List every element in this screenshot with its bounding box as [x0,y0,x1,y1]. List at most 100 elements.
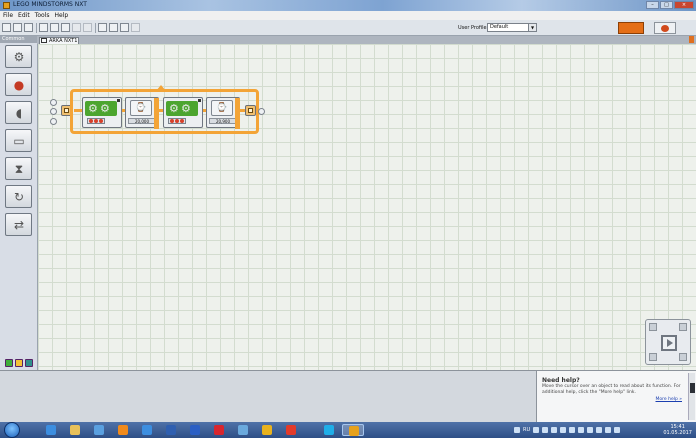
palette-custom-tab-icon[interactable] [25,359,33,367]
user-profile-label: User Profile: [458,25,489,31]
pan-tool-icon[interactable] [109,23,118,32]
taskbar-paint-icon[interactable] [232,424,254,436]
help-scrollbar[interactable] [688,373,695,420]
close-icon[interactable]: × [674,1,694,9]
end-port[interactable] [245,105,256,116]
wait-block-1[interactable]: ⌚ 20,000 [125,97,159,129]
chevron-down-icon[interactable]: ▼ [528,24,536,31]
run-selected-icon[interactable] [649,353,657,361]
wait-value: 20,900 [209,118,237,124]
play-icon [667,339,673,347]
comment-tool-icon[interactable] [120,23,129,32]
block-palette: ⚙ ● ◖ ▭ ⧗ ↻ ⇄ [5,45,34,236]
window-controls: – □ × [646,1,694,9]
gear-icon: ⚙ [100,102,110,115]
palette-switch-block[interactable]: ⇄ [5,213,32,236]
taskbar-ie2-icon[interactable] [136,424,158,436]
clock-date: 01.05.2017 [663,430,692,436]
taskbar-word-icon[interactable] [184,424,206,436]
block-status-strip [87,118,105,124]
taskbar-media-icon[interactable] [88,424,110,436]
gear-icon: ⚙ [169,102,179,115]
menu-bar: File Edit Tools Help [0,11,696,20]
taskbar-mindstorms-icon[interactable] [342,424,364,436]
tray-action-center-icon[interactable] [514,427,520,433]
taskbar-skype-icon[interactable] [318,424,340,436]
redo-icon[interactable] [83,23,92,32]
sound-editor-button[interactable] [654,22,676,34]
tray-icon[interactable] [569,427,576,433]
cut-icon[interactable] [39,23,48,32]
palette-wait-block[interactable]: ⧗ [5,157,32,180]
help-panel: Need help? Move the cursor over an objec… [536,370,696,422]
tray-icon[interactable] [533,427,540,433]
taskbar-opera-icon[interactable] [208,424,230,436]
maximize-icon[interactable]: □ [660,1,673,9]
palette-sound-block[interactable]: ◖ [5,101,32,124]
move-block-2[interactable]: ⚙ ⚙ [163,97,203,128]
copy-icon[interactable] [50,23,59,32]
tray-icon[interactable] [560,427,567,433]
palette-display-block[interactable]: ▭ [5,129,32,152]
stop-icon[interactable] [679,353,687,361]
user-profile-value: Default [490,24,509,30]
loop-icon: ↻ [13,190,25,204]
taskbar-explorer-icon[interactable] [64,424,86,436]
palette-move-block[interactable]: ⚙ [5,45,32,68]
tray-icon[interactable] [596,427,603,433]
taskbar-yandex-icon[interactable] [256,424,278,436]
custom-palette-icon[interactable] [131,23,140,32]
toolbar-separator [95,23,96,33]
wait-value: 20,000 [128,118,156,124]
end-hub [258,108,265,115]
new-file-icon[interactable] [2,23,11,32]
download-icon[interactable] [649,323,657,331]
help-body: Move the cursor over an object to read a… [542,384,681,395]
nxt-brick-button[interactable] [618,22,644,34]
more-help-link[interactable]: More help » [656,397,683,402]
tray-icon[interactable] [542,427,549,433]
switch-icon: ⇄ [13,218,25,232]
taskbar-app2-icon[interactable] [160,424,182,436]
menu-edit[interactable]: Edit [18,11,30,20]
palette-loop-block[interactable]: ↻ [5,185,32,208]
block-status-strip [168,118,186,124]
gears-icon: ⚙ [13,50,25,64]
menu-tools[interactable]: Tools [35,11,50,20]
loop-arrow-icon [156,85,166,91]
taskbar-ie-icon[interactable] [40,424,62,436]
move-block-1[interactable]: ⚙ ⚙ [82,97,122,128]
program-tab[interactable]: ARKA NXT1 [39,37,79,44]
start-button[interactable] [4,422,20,438]
tray-icon[interactable] [587,427,594,433]
menu-file[interactable]: File [3,11,13,20]
tray-volume-icon[interactable] [614,427,621,433]
save-icon[interactable] [24,23,33,32]
palette-tab-common[interactable]: Common [0,36,38,43]
taskbar-yandex-browser-icon[interactable] [280,424,302,436]
palette-complete-tab-icon[interactable] [15,359,23,367]
tray-network-icon[interactable] [605,427,612,433]
tray-language[interactable]: RU [523,427,530,433]
clock[interactable]: 15:41 01.05.2017 [663,424,692,436]
tray-icon[interactable] [578,427,585,433]
program-tabbar: ARKA NXT1 [37,36,696,44]
sound-icon [661,25,669,32]
minimize-icon[interactable]: – [646,1,659,9]
nxt-window-icon[interactable] [679,323,687,331]
tray-icon[interactable] [551,427,558,433]
user-profile-select[interactable]: Default ▼ [487,23,537,32]
timer-icon: ⌚ [130,100,152,116]
download-and-run-button[interactable] [661,335,677,351]
motor-face: ⚙ ⚙ [166,101,198,116]
palette-common-tab-icon[interactable] [5,359,13,367]
open-file-icon[interactable] [13,23,22,32]
pointer-tool-icon[interactable] [98,23,107,32]
scroll-corner [689,36,694,43]
paste-icon[interactable] [61,23,70,32]
undo-icon[interactable] [72,23,81,32]
menu-help[interactable]: Help [54,11,68,20]
wait-block-2[interactable]: ⌚ 20,900 [206,97,240,129]
palette-record-play-block[interactable]: ● [5,73,32,96]
taskbar-app-icon[interactable] [112,424,134,436]
